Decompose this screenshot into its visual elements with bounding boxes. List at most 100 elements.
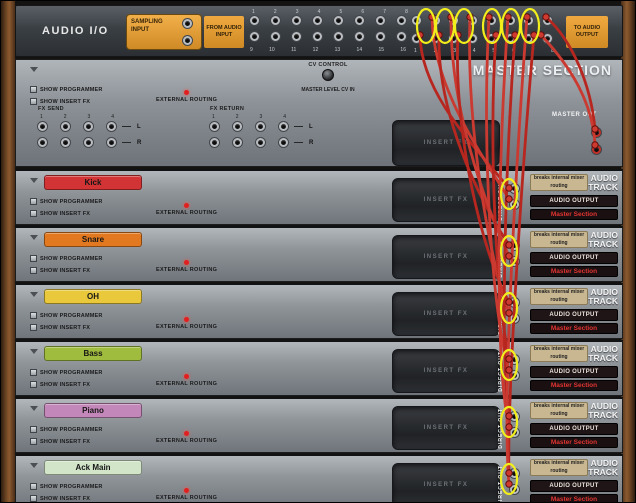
audio-jack[interactable] [250, 16, 259, 25]
jack-number-label: 5 [340, 9, 343, 15]
audio-jack[interactable] [61, 122, 70, 131]
row-l-label: L [309, 124, 313, 130]
audio-jack[interactable] [292, 32, 301, 41]
audio-jack[interactable] [38, 138, 47, 147]
external-routing-label: EXTERNAL ROUTING [156, 210, 217, 216]
audio-jack[interactable] [107, 138, 116, 147]
show-insert-fx-checkbox[interactable] [30, 267, 37, 274]
audio-jack[interactable] [313, 16, 322, 25]
audio-track-device: Ack Main SHOW PROGRAMMER SHOW INSERT FX … [15, 454, 623, 503]
audio-jack[interactable] [210, 122, 219, 131]
track-tape-label[interactable]: Ack Main [44, 460, 142, 475]
audio-jack[interactable] [376, 16, 385, 25]
audio-output-target: Master Section [530, 323, 618, 334]
show-insert-fx-label: SHOW INSERT FX [40, 211, 90, 217]
breaks-routing-note: breaks internal mixer routing [530, 402, 588, 419]
external-routing-led [184, 488, 189, 493]
fx-return-numbers: 1234 [210, 114, 288, 120]
master-out-right-jack[interactable] [592, 145, 601, 154]
audio-jack[interactable] [412, 16, 421, 25]
audio-jack[interactable] [334, 16, 343, 25]
external-routing-indicator: EXTERNAL ROUTING [156, 90, 217, 103]
show-insert-fx-checkbox[interactable] [30, 381, 37, 388]
audio-output-target: Master Section [530, 266, 618, 277]
direct-out-jack-left[interactable] [510, 412, 519, 421]
fold-arrow-icon[interactable] [30, 349, 38, 354]
jack-row-line [294, 126, 303, 127]
track-tape-label[interactable]: Piano [44, 403, 142, 418]
audio-jack[interactable] [38, 122, 47, 131]
breaks-routing-note: breaks internal mixer routing [530, 459, 588, 476]
show-insert-fx-checkbox[interactable] [30, 98, 37, 105]
fold-arrow-icon[interactable] [30, 235, 38, 240]
audio-jack[interactable] [233, 122, 242, 131]
track-tape-label[interactable]: OH [44, 289, 142, 304]
jack-row-line [122, 142, 131, 143]
audio-jack[interactable] [61, 138, 70, 147]
track-tape-label[interactable]: Snare [44, 232, 142, 247]
fold-arrow-icon[interactable] [30, 178, 38, 183]
show-programmer-checkbox[interactable] [30, 86, 37, 93]
audio-jack[interactable] [84, 122, 93, 131]
show-insert-fx-label: SHOW INSERT FX [40, 325, 90, 331]
external-routing-label: EXTERNAL ROUTING [156, 381, 217, 387]
audio-track-label: AUDIO TRACK [584, 345, 618, 363]
show-insert-fx-label: SHOW INSERT FX [40, 382, 90, 388]
show-programmer-checkbox[interactable] [30, 198, 37, 205]
audio-jack[interactable] [355, 32, 364, 41]
audio-jack[interactable] [334, 32, 343, 41]
audio-jack[interactable] [271, 16, 280, 25]
audio-jack[interactable] [210, 138, 219, 147]
track-tape-label[interactable]: Bass [44, 346, 142, 361]
audio-jack[interactable] [250, 32, 259, 41]
audio-jack[interactable] [279, 122, 288, 131]
direct-out-jack-right[interactable] [510, 428, 519, 437]
show-insert-fx-checkbox[interactable] [30, 438, 37, 445]
show-insert-fx-checkbox[interactable] [30, 324, 37, 331]
show-programmer-checkbox[interactable] [30, 312, 37, 319]
direct-out-jack-left[interactable] [510, 469, 519, 478]
audio-output-target: Master Section [530, 437, 618, 448]
audio-output-target: Master Section [530, 380, 618, 391]
audio-jack[interactable] [256, 122, 265, 131]
fold-arrow-icon[interactable] [30, 67, 38, 72]
sampling-input-jack-left[interactable] [183, 19, 192, 28]
audio-jack[interactable] [355, 16, 364, 25]
audio-jack[interactable] [84, 138, 93, 147]
audio-track-device: Piano SHOW PROGRAMMER SHOW INSERT FX EXT… [15, 397, 623, 453]
audio-jack[interactable] [107, 122, 116, 131]
show-programmer-checkbox[interactable] [30, 426, 37, 433]
jack-number-label: 12 [313, 47, 319, 53]
show-programmer-row: SHOW PROGRAMMER [30, 255, 103, 262]
audio-jack[interactable] [313, 32, 322, 41]
show-programmer-checkbox[interactable] [30, 255, 37, 262]
jack-number-label: 8 [405, 9, 408, 15]
audio-jack[interactable] [376, 32, 385, 41]
audio-jack[interactable] [397, 32, 406, 41]
audio-jack[interactable] [233, 138, 242, 147]
fold-arrow-icon[interactable] [30, 292, 38, 297]
show-insert-fx-checkbox[interactable] [30, 210, 37, 217]
audio-track-label: AUDIO TRACK [584, 402, 618, 420]
track-tape-label[interactable]: Kick [44, 175, 142, 190]
audio-jack[interactable] [256, 138, 265, 147]
sampling-input-jack-right[interactable] [183, 36, 192, 45]
show-programmer-checkbox[interactable] [30, 483, 37, 490]
audio-jack[interactable] [271, 32, 280, 41]
audio-jack[interactable] [279, 138, 288, 147]
audio-track-label: AUDIO TRACK [584, 288, 618, 306]
audio-jack[interactable] [397, 16, 406, 25]
direct-out-jack-right[interactable] [510, 485, 519, 494]
fold-arrow-icon[interactable] [30, 406, 38, 411]
input-numbers-top: 12345678 [250, 9, 410, 15]
audio-output-label: AUDIO OUTPUT [530, 480, 618, 492]
reason-rack-back-view: AUDIO I/O SAMPLING INPUT FROM AUDIO INPU… [0, 0, 636, 503]
master-level-cv-knob[interactable] [322, 69, 334, 81]
show-programmer-checkbox[interactable] [30, 369, 37, 376]
audio-jack[interactable] [292, 16, 301, 25]
show-insert-fx-checkbox[interactable] [30, 495, 37, 502]
rack-wood-right [621, 1, 635, 502]
fold-arrow-icon[interactable] [30, 463, 38, 468]
jack-number-label: 3 [259, 114, 262, 120]
audio-track-device: Snare SHOW PROGRAMMER SHOW INSERT FX EXT… [15, 226, 623, 282]
